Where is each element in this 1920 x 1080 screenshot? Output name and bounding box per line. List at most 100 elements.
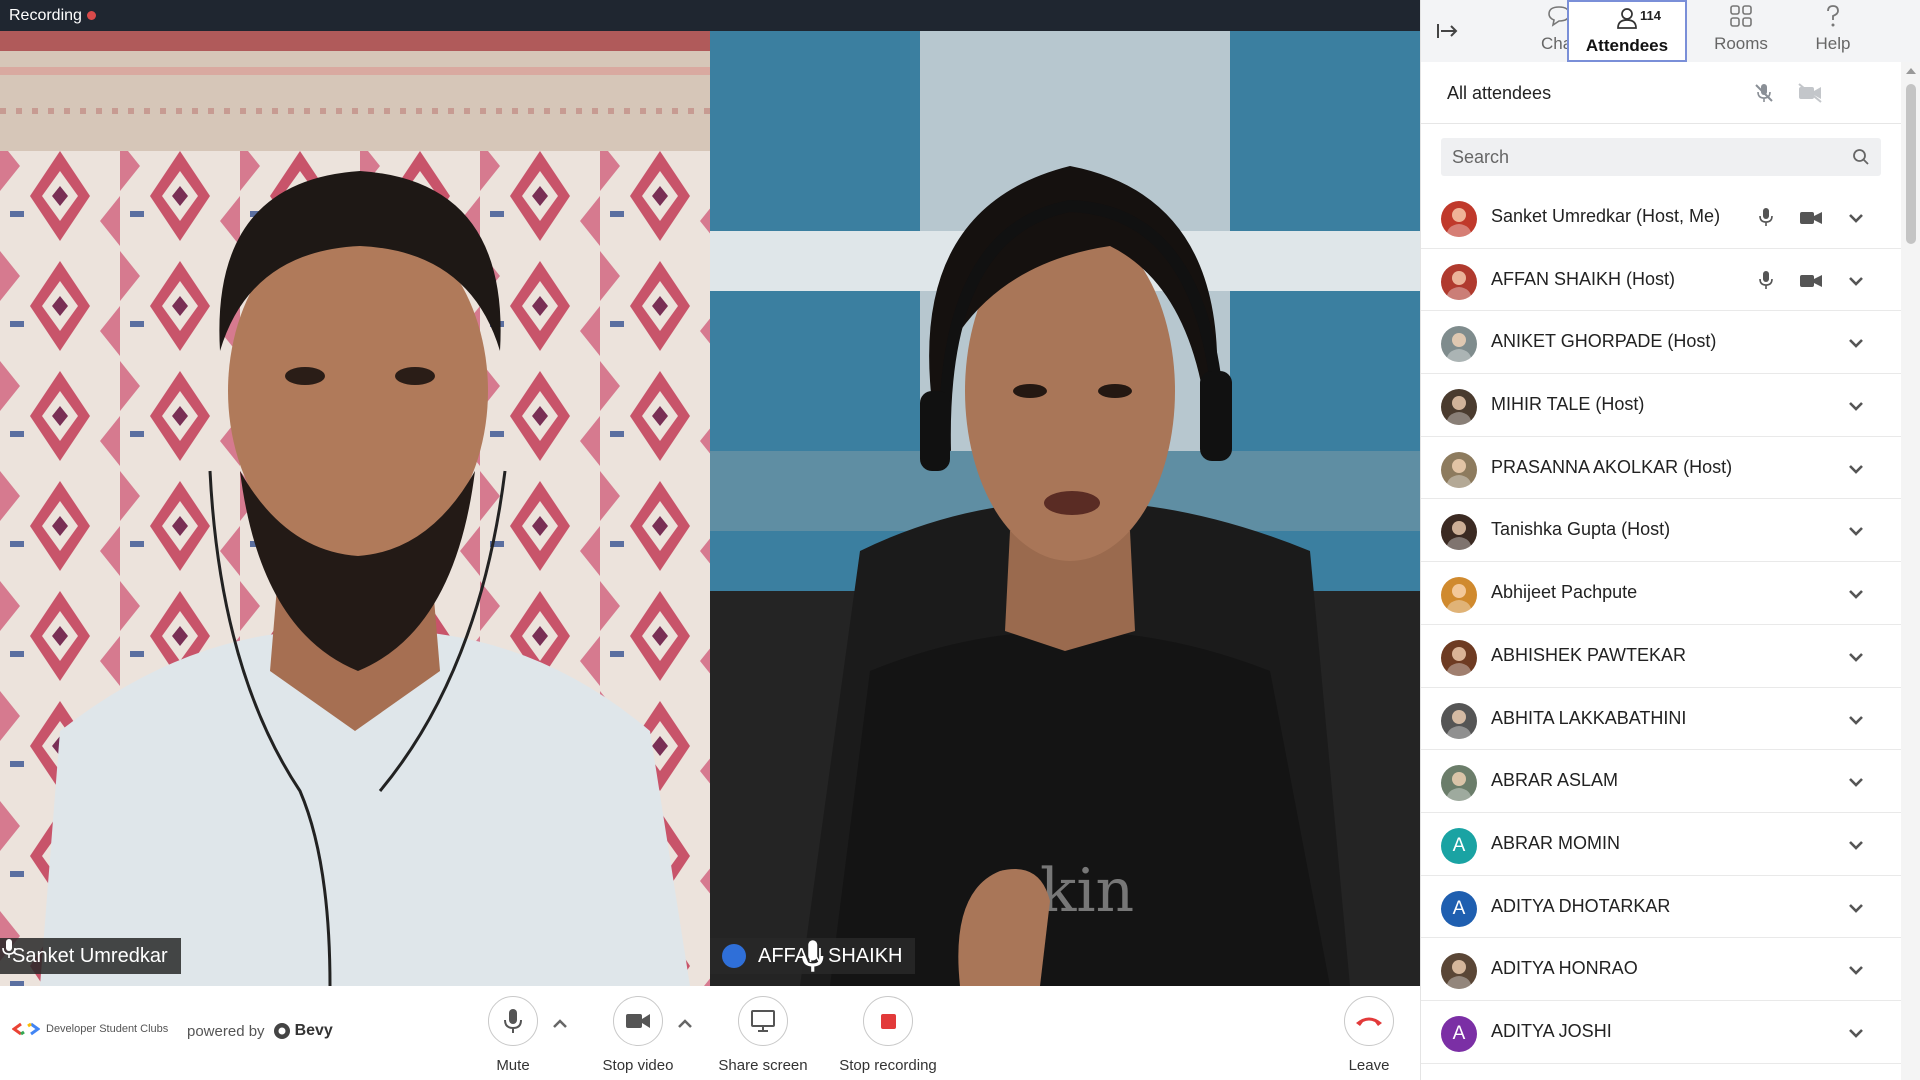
stop-square-icon <box>880 1013 896 1029</box>
chevron-down-icon[interactable] <box>1847 587 1865 601</box>
attendee-row[interactable]: PRASANNA AKOLKAR (Host) <box>1421 437 1901 500</box>
dsc-logo-icon <box>12 1022 40 1036</box>
tab-attendees-label: Attendees <box>1585 36 1669 55</box>
avatar <box>1441 201 1477 237</box>
bevy-logo-text: Bevy <box>294 1022 333 1039</box>
top-bar: Recording <box>0 0 1420 31</box>
attendee-row[interactable]: MIHIR TALE (Host) <box>1421 374 1901 437</box>
avatar: A <box>1441 1015 1477 1052</box>
leave-control[interactable]: Leave <box>1314 996 1424 1074</box>
svg-text:kin: kin <box>1040 856 1134 926</box>
all-attendees-header: All attendees <box>1421 62 1901 124</box>
avatar <box>1441 702 1477 739</box>
tab-help[interactable]: Help <box>1791 0 1875 62</box>
avatar <box>1441 326 1477 363</box>
scroll-up-arrow-icon[interactable] <box>1906 68 1916 74</box>
stop-recording-button[interactable] <box>863 996 913 1046</box>
share-screen-button[interactable] <box>738 996 788 1046</box>
chevron-down-icon[interactable] <box>1847 336 1865 350</box>
hang-up-phone-icon <box>1356 1017 1382 1026</box>
attendee-row[interactable]: A ABRAR MOMIN <box>1421 813 1901 876</box>
powered-by-text: powered by <box>187 1022 265 1040</box>
speaking-microphone-icon <box>722 940 824 972</box>
attendee-row[interactable]: Abhijeet Pachpute <box>1421 562 1901 625</box>
stop-video-label: Stop video <box>602 1057 674 1074</box>
all-attendees-label: All attendees <box>1447 83 1552 103</box>
attendee-row[interactable]: A ADITYA DHOTARKAR <box>1421 876 1901 939</box>
share-screen-label: Share screen <box>718 1057 808 1074</box>
tab-rooms[interactable]: Rooms <box>1691 0 1791 62</box>
attendee-row[interactable]: AFFAN SHAIKH (Host) <box>1421 249 1901 312</box>
attendee-row[interactable]: ABHISHEK PAWTEKAR <box>1421 625 1901 688</box>
mute-all-icon[interactable] <box>1753 82 1775 104</box>
collapse-panel-icon[interactable] <box>1435 20 1461 42</box>
chevron-down-icon[interactable] <box>1847 838 1865 852</box>
video-control[interactable]: Stop video <box>583 996 693 1074</box>
avatar <box>1441 577 1477 614</box>
video-stage: Recording Sanket Umredkar kin AFFAN SHAI… <box>0 0 1420 1080</box>
tab-help-label: Help <box>1815 34 1851 53</box>
attendee-name: ANIKET GHORPADE (Host) <box>1491 331 1717 352</box>
attendee-row[interactable]: ABRAR ASLAM <box>1421 750 1901 813</box>
stop-all-video-icon[interactable] <box>1797 82 1823 104</box>
attendee-name: MIHIR TALE (Host) <box>1491 394 1645 415</box>
stop-video-button[interactable] <box>613 996 663 1046</box>
chevron-up-icon[interactable] <box>675 1016 695 1032</box>
microphone-icon[interactable] <box>1758 207 1774 227</box>
leave-label: Leave <box>1348 1057 1390 1074</box>
chevron-down-icon[interactable] <box>1847 713 1865 727</box>
control-bar: Developer Student Clubs powered by Bevy <box>0 986 1420 1080</box>
chevron-down-icon[interactable] <box>1847 211 1865 225</box>
attendee-row[interactable]: Sanket Umredkar (Host, Me) <box>1421 186 1901 249</box>
attendee-name: ABHITA LAKKABATHINI <box>1491 707 1687 728</box>
leave-button[interactable] <box>1344 996 1394 1046</box>
attendee-row[interactable]: ABHITA LAKKABATHINI <box>1421 688 1901 751</box>
chevron-up-icon[interactable] <box>550 1016 570 1032</box>
avatar <box>1441 451 1477 488</box>
video-tile-sanket[interactable]: Sanket Umredkar <box>0 31 710 986</box>
tab-attendees[interactable]: 114 Attendees <box>1567 0 1687 62</box>
dsc-logo: Developer Student Clubs <box>12 1022 168 1036</box>
chevron-down-icon[interactable] <box>1847 963 1865 977</box>
attendee-name: ABRAR ASLAM <box>1491 770 1619 791</box>
chevron-down-icon[interactable] <box>1847 650 1865 664</box>
video-tile-affan[interactable]: kin AFFAN SHAIKH <box>710 31 1420 986</box>
attendee-row[interactable]: A ADITYA JOSHI <box>1421 1001 1901 1064</box>
attendee-list-scrollbar[interactable] <box>1901 62 1920 1080</box>
search-input[interactable] <box>1441 138 1881 176</box>
video-camera-icon[interactable] <box>1799 273 1823 289</box>
chevron-down-icon[interactable] <box>1847 274 1865 288</box>
attendee-name: ADITYA DHOTARKAR <box>1491 895 1671 916</box>
participant-name-tag: Sanket Umredkar <box>0 938 181 974</box>
person-icon <box>1617 8 1637 29</box>
chevron-down-icon[interactable] <box>1847 775 1865 789</box>
recording-control[interactable]: Stop recording <box>833 996 943 1074</box>
powered-by: powered by Bevy <box>187 1022 333 1040</box>
recording-dot-icon <box>87 11 96 20</box>
microphone-icon <box>2 939 16 958</box>
microphone-icon[interactable] <box>1758 270 1774 290</box>
attendee-row[interactable]: Tanishka Gupta (Host) <box>1421 499 1901 563</box>
attendee-search[interactable] <box>1441 138 1881 176</box>
share-screen-control[interactable]: Share screen <box>708 996 818 1074</box>
chevron-down-icon[interactable] <box>1847 399 1865 413</box>
attendee-name: ABHISHEK PAWTEKAR <box>1491 644 1687 665</box>
attendee-row[interactable]: ANIKET GHORPADE (Host) <box>1421 311 1901 375</box>
grid-icon <box>1730 5 1752 27</box>
participant-name-tag: AFFAN SHAIKH <box>710 938 916 974</box>
scrollbar-thumb[interactable] <box>1906 84 1916 244</box>
mute-control[interactable]: Mute <box>458 996 568 1074</box>
microphone-icon <box>504 1009 522 1033</box>
attendee-name: PRASANNA AKOLKAR (Host) <box>1491 456 1733 477</box>
chevron-down-icon[interactable] <box>1847 1026 1865 1040</box>
search-icon[interactable] <box>1852 148 1870 166</box>
attendee-row[interactable]: ADITYA HONRAO <box>1421 938 1901 1001</box>
video-camera-icon[interactable] <box>1799 210 1823 226</box>
side-panel: Chat 114 Attendees Rooms Help All attend… <box>1420 0 1920 1080</box>
chevron-down-icon[interactable] <box>1847 462 1865 476</box>
panel-tab-bar: Chat 114 Attendees Rooms Help <box>1421 0 1920 62</box>
chevron-down-icon[interactable] <box>1847 901 1865 915</box>
attendee-name: AFFAN SHAIKH (Host) <box>1491 268 1676 289</box>
mute-button[interactable] <box>488 996 538 1046</box>
chevron-down-icon[interactable] <box>1847 524 1865 538</box>
